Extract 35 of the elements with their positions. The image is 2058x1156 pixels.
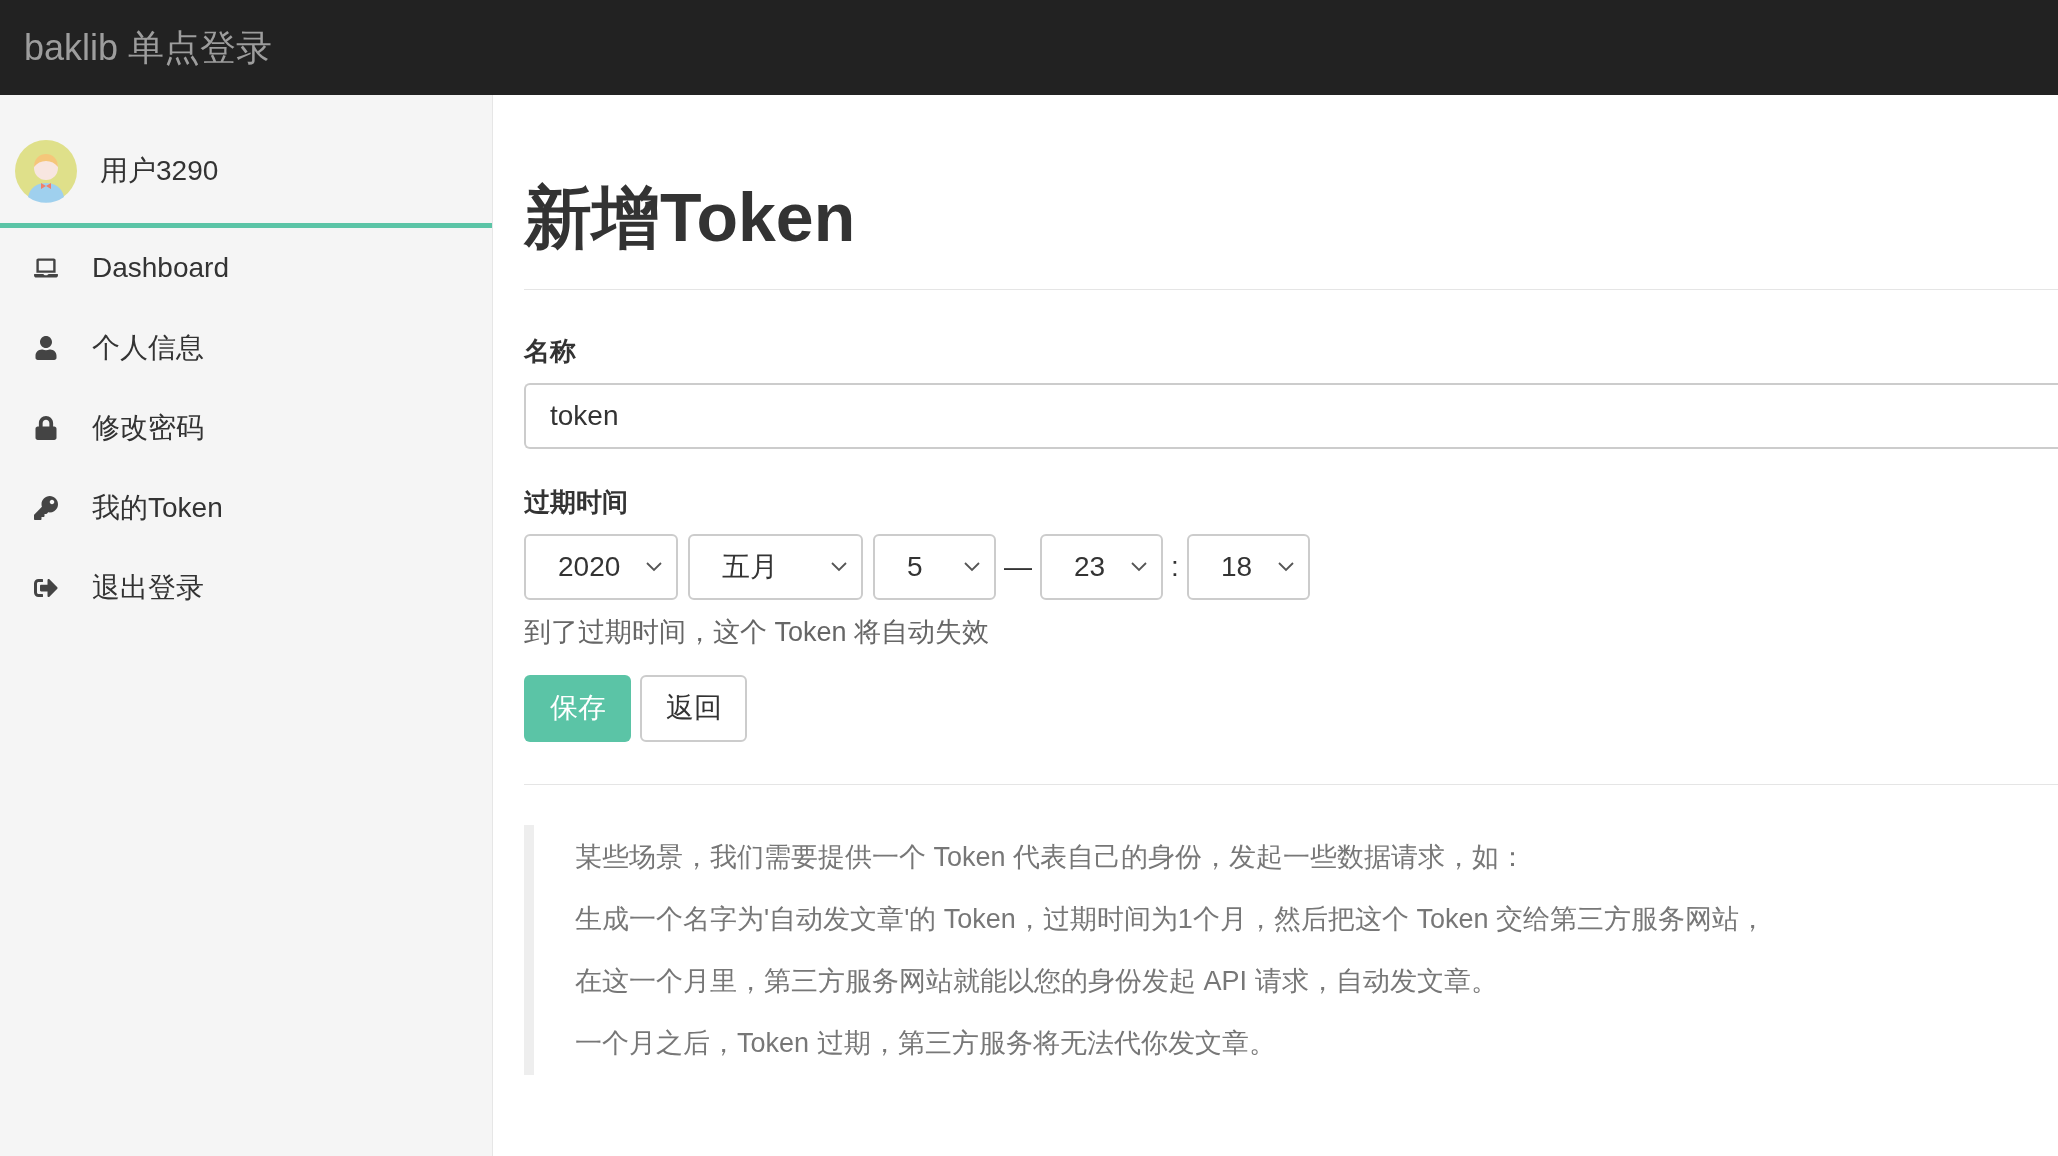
sidebar-item[interactable]: 修改密码 — [0, 388, 492, 468]
name-input[interactable]: token — [524, 383, 2058, 449]
note-text: 一个月之后，Token 过期，第三方服务将无法代你发文章。 — [575, 1026, 1277, 1060]
dropdown-select[interactable]: 18 — [1187, 534, 1310, 600]
dropdown-select[interactable]: 2020 — [524, 534, 678, 600]
dropdown-select[interactable]: 23 — [1040, 534, 1163, 600]
field-label: 名称 — [524, 335, 577, 368]
note-text: 某些场景，我们需要提供一个 Token 代表自己的身份，发起一些数据请求，如： — [575, 840, 1528, 874]
logout-icon — [34, 576, 58, 600]
laptop-icon — [34, 256, 58, 280]
page-title: 新增Token — [524, 183, 857, 251]
app-title[interactable]: baklib 单点登录 — [24, 20, 273, 75]
field-label: 过期时间 — [524, 486, 629, 519]
chevron-down-icon — [964, 562, 980, 572]
note-text: 在这一个月里，第三方服务网站就能以您的身份发起 API 请求，自动发文章。 — [575, 964, 1499, 998]
sidebar-item[interactable]: 个人信息 — [0, 308, 492, 388]
separator: — — [1003, 550, 1033, 584]
dropdown-select[interactable]: 5 — [873, 534, 996, 600]
help-text: 到了过期时间，这个 Token 将自动失效 — [524, 616, 991, 649]
chevron-down-icon — [1278, 562, 1294, 572]
avatar-icon — [14, 139, 78, 203]
note-text: 生成一个名字为'自动发文章'的 Token，过期时间为1个月，然后把这个 Token 交给第三方服务网站， — [575, 902, 1767, 936]
sidebar-item[interactable]: 我的Token — [0, 468, 492, 548]
chevron-down-icon — [1131, 562, 1147, 572]
chevron-down-icon — [831, 562, 847, 572]
dropdown-select[interactable]: 五月 — [688, 534, 863, 600]
user-icon — [34, 336, 58, 360]
separator: : — [1170, 550, 1180, 584]
sidebar-item[interactable]: 退出登录 — [0, 548, 492, 628]
sidebar-item[interactable]: Dashboard — [0, 228, 492, 308]
chevron-down-icon — [646, 562, 662, 572]
user-name: 用户3290 — [100, 154, 219, 188]
lock-icon — [34, 416, 58, 440]
key-icon — [34, 496, 58, 520]
back-button[interactable]: 返回 — [640, 674, 747, 742]
